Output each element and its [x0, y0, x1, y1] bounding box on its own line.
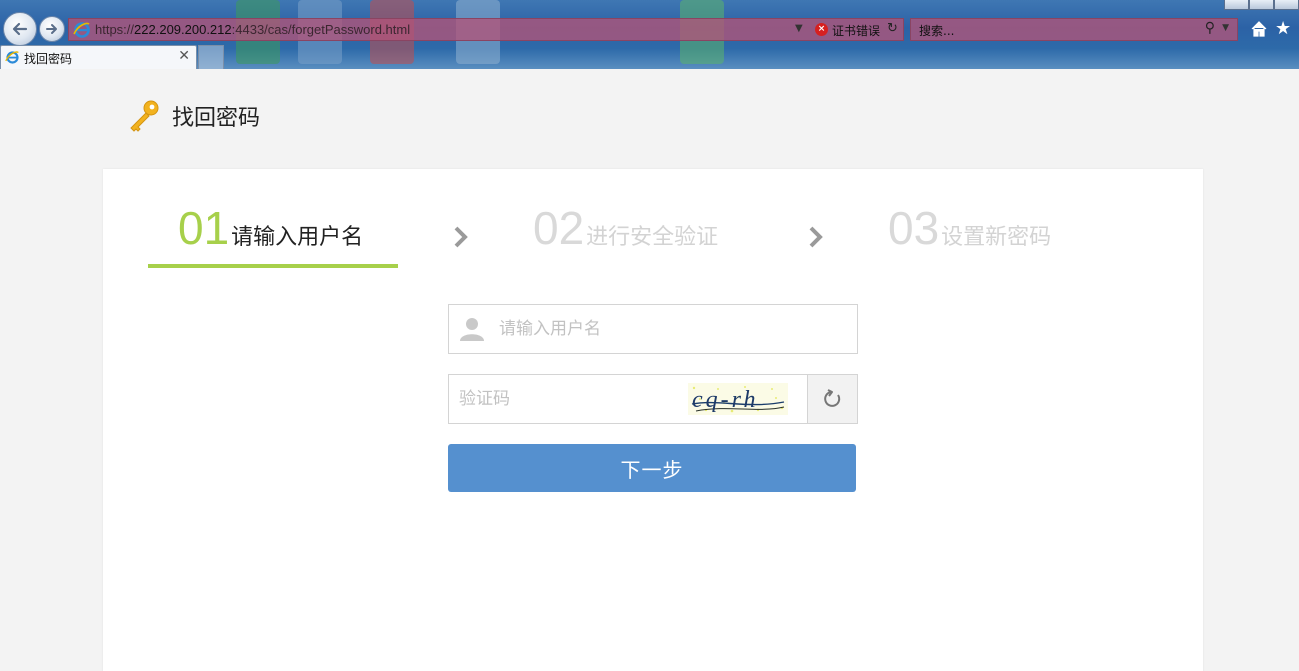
arrow-right-icon — [46, 24, 57, 34]
chevron-right-icon — [454, 226, 468, 248]
chevron-right-icon — [809, 226, 823, 248]
step-1-label: 请输入用户名 — [231, 225, 364, 250]
captcha-refresh-button[interactable] — [807, 375, 857, 423]
step-2-number: 02 — [533, 202, 585, 254]
back-button[interactable] — [3, 12, 37, 46]
home-icon[interactable] — [1250, 20, 1268, 38]
tab-title: 找回密码 — [24, 52, 73, 66]
refresh-icon[interactable]: ↻ — [887, 21, 898, 36]
search-dropdown-icon[interactable]: ▼ — [1222, 23, 1229, 33]
cert-error-label[interactable]: 证书错误 — [832, 22, 880, 39]
step-3-label: 设置新密码 — [941, 225, 1052, 250]
username-input[interactable] — [499, 305, 849, 353]
next-step-button[interactable]: 下一步 — [448, 444, 856, 492]
key-icon — [130, 100, 159, 132]
ie-logo-icon — [73, 22, 90, 38]
refresh-icon — [823, 389, 840, 407]
user-icon — [460, 318, 484, 341]
captcha-text: cq-rh — [692, 387, 759, 413]
captcha-image[interactable]: cq-rh — [688, 383, 788, 415]
tab-close-icon[interactable]: ✕ — [178, 48, 190, 64]
arrow-left-icon — [12, 22, 28, 36]
step-2: 02 进行安全验证 — [533, 205, 718, 251]
step-2-label: 进行安全验证 — [586, 225, 719, 250]
browser-chrome: https://222.209.200.212:4433/cas/forgetP… — [0, 0, 1299, 69]
favorites-star-icon[interactable]: ★ — [1275, 18, 1291, 39]
search-icon[interactable]: ⚲ — [1205, 20, 1215, 36]
search-box[interactable]: 搜索... ⚲ ▼ — [910, 18, 1238, 41]
url-host: 222.209.200.212 — [134, 22, 232, 37]
page-title: 找回密码 — [172, 106, 261, 131]
browser-tab[interactable]: 找回密码 ✕ — [0, 45, 197, 69]
address-dropdown-icon[interactable]: ▼ — [795, 23, 803, 34]
step-3: 03 设置新密码 — [888, 205, 1051, 251]
close-window-button[interactable] — [1274, 0, 1299, 10]
minimize-button[interactable] — [1224, 0, 1249, 10]
search-placeholder[interactable]: 搜索... — [919, 22, 954, 39]
captcha-input[interactable] — [459, 375, 679, 423]
step-3-number: 03 — [888, 202, 940, 254]
active-step-underline — [148, 264, 398, 268]
window-controls[interactable] — [1224, 0, 1299, 10]
step-1-number: 01 — [178, 202, 230, 254]
address-bar[interactable]: https://222.209.200.212:4433/cas/forgetP… — [68, 18, 904, 41]
forward-button[interactable] — [39, 16, 65, 42]
maximize-button[interactable] — [1249, 0, 1274, 10]
url-path: :4433/cas/forgetPassword.html — [231, 22, 411, 37]
captcha-field[interactable]: cq-rh — [448, 374, 858, 424]
form-card: 01 请输入用户名 02 进行安全验证 03 设置新密码 请输入用户名 验证码 … — [103, 169, 1203, 671]
url-prefix: https:// — [95, 22, 135, 37]
url-text[interactable]: https://222.209.200.212:4433/cas/forgetP… — [95, 22, 410, 37]
ie-tab-icon — [5, 51, 19, 64]
new-tab-button[interactable] — [198, 45, 224, 69]
cert-error-icon[interactable]: × — [815, 23, 828, 36]
page-header: 找回密码 — [126, 98, 260, 134]
username-field[interactable] — [448, 304, 858, 354]
step-1: 01 请输入用户名 — [178, 205, 363, 251]
